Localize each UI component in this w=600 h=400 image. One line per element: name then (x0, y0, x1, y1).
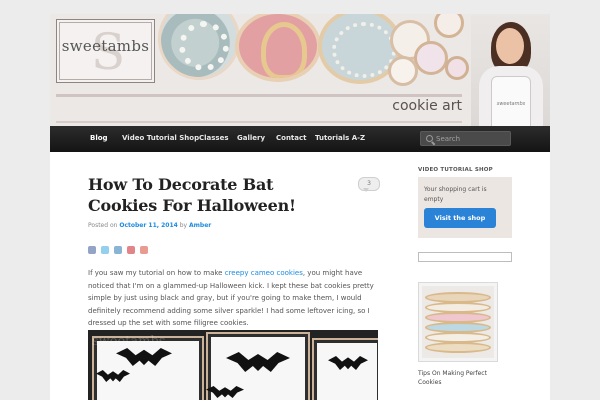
post-date-link[interactable]: October 11, 2014 (119, 222, 177, 229)
apron-logo: sweetambs (496, 101, 526, 107)
nav-item-classes[interactable]: Classes (199, 134, 229, 142)
sidebar-empty-field[interactable] (418, 252, 512, 262)
post-title[interactable]: How To Decorate Bat Cookies For Hallowee… (88, 174, 338, 216)
author-portrait: sweetambs (471, 14, 550, 127)
header-divider (56, 94, 462, 97)
creepy-cameo-cookies-link[interactable]: creepy cameo cookies (225, 269, 303, 277)
meta-prefix: Posted on (88, 222, 120, 229)
cart-status-text: Your shopping cart is empty (424, 186, 487, 203)
shopping-cart-widget: Your shopping cart is empty Visit the sh… (418, 177, 512, 238)
main-content: How To Decorate Bat Cookies For Hallowee… (50, 152, 550, 400)
site-header: S sweetambs cookie art sweetambs (50, 14, 550, 127)
post-image[interactable]: sweetambs (88, 330, 378, 400)
body-text: If you saw my tutorial on how to make (88, 269, 225, 277)
header-cookie-image (235, 14, 321, 82)
post-body: If you saw my tutorial on how to make cr… (88, 267, 378, 330)
search-input[interactable] (436, 132, 508, 145)
bat-cookie (312, 338, 378, 400)
post-meta: Posted on October 11, 2014 by Amber (88, 222, 211, 229)
header-divider (56, 121, 462, 123)
googleplus-icon[interactable] (140, 246, 148, 254)
stacked-cookie (425, 342, 491, 353)
linkedin-icon[interactable] (114, 246, 122, 254)
site-tagline: cookie art (392, 98, 462, 114)
portrait-face (496, 28, 524, 64)
comment-count-badge[interactable]: 3 (358, 177, 380, 192)
body-text: , you might have noticed that I'm on a g… (88, 269, 374, 327)
post-author-link[interactable]: Amber (189, 222, 211, 229)
sidebar-heading: VIDEO TUTORIAL SHOP (418, 167, 493, 173)
header-cookie-image (445, 56, 469, 80)
nav-item-gallery[interactable]: Gallery (237, 134, 265, 142)
main-navigation: Blog Video Tutorial Shop Classes Gallery… (50, 126, 550, 152)
search-box (420, 131, 511, 146)
header-cookie-image (434, 14, 464, 38)
header-cookie-image (414, 41, 448, 75)
search-icon (426, 135, 433, 142)
twitter-icon[interactable] (101, 246, 109, 254)
nav-item-tutorials-a-z[interactable]: Tutorials A-Z (315, 134, 365, 142)
logo-text: sweetambs (61, 37, 150, 55)
site-logo[interactable]: S sweetambs (56, 19, 155, 83)
image-watermark: sweetambs (92, 334, 166, 349)
pinterest-icon[interactable] (127, 246, 135, 254)
cookie-stack-image (422, 286, 494, 358)
meta-by: by (177, 222, 190, 229)
header-cookie-image (388, 56, 418, 86)
facebook-icon[interactable] (88, 246, 96, 254)
nav-item-video-tutorial-shop[interactable]: Video Tutorial Shop (122, 134, 199, 142)
header-cookie-image (158, 14, 240, 80)
portrait-apron: sweetambs (491, 76, 531, 127)
nav-item-blog[interactable]: Blog (90, 134, 108, 142)
tips-link[interactable]: Tips On Making Perfect Cookies (418, 369, 508, 387)
visit-shop-button[interactable]: Visit the shop (424, 208, 496, 228)
nav-item-contact[interactable]: Contact (276, 134, 307, 142)
tips-thumbnail[interactable] (418, 282, 498, 362)
